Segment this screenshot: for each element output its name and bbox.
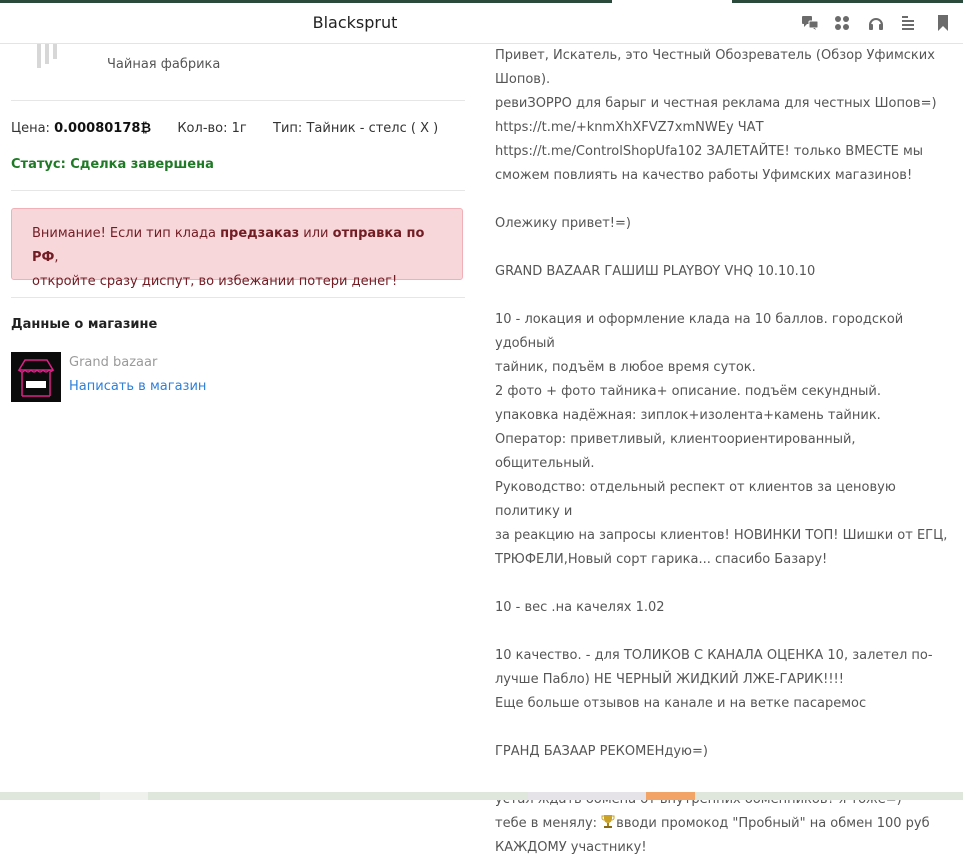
store-heading: Данные о магазине (11, 317, 158, 332)
review-promo-line: тебе в менялу: вводи промокод "Пробный" … (495, 814, 930, 831)
review-last-line: КАЖДОМУ участнику! (495, 840, 647, 855)
review-line: лучше Пабло) НЕ ЧЕРНЫЙ ЖИДКИЙ ЛЖЕ-ГАРИК!… (495, 672, 844, 687)
review-line: упаковка надёжная: зиплок+изолента+камен… (495, 408, 881, 423)
divider (11, 297, 465, 298)
chat-icon[interactable] (801, 14, 819, 32)
price-value: 0.00080178 (54, 121, 141, 136)
review-blank-line (495, 716, 955, 740)
review-line: Олежику привет!=) (495, 216, 631, 231)
store-avatar[interactable] (11, 352, 61, 402)
divider (11, 190, 465, 191)
review-line: GRAND BAZAAR ГАШИШ PLAYBOY VHQ 10.10.10 (495, 264, 816, 279)
shop-subtitle: Чайная фабрика (107, 57, 221, 72)
review-line: https://t.me/+knmXhXFVZ7xmNWEy ЧАТ (495, 120, 764, 135)
review-blank-line (495, 236, 955, 260)
review-line: 10 - локация и оформление клада на 10 ба… (495, 312, 908, 351)
qty-label: Кол-во: (177, 121, 228, 136)
review-line: 2 фото + фото тайника+ описание. подъём … (495, 384, 881, 399)
review-line: Руководство: отдельный респект от клиент… (495, 480, 900, 519)
review-line: ревиЗОРРО для барыг и честная реклама дл… (495, 96, 937, 111)
review-line: Привет, Искатель, это Честный Обозревате… (495, 48, 935, 63)
divider (11, 100, 465, 101)
headphones-icon[interactable] (867, 14, 885, 32)
review-line: 10 качество. - для ТОЛИКОВ С КАНАЛА ОЦЕН… (495, 648, 933, 663)
review-blank-line (495, 764, 955, 788)
app-header: Blacksprut (0, 3, 963, 44)
review-line: ГРАНД БАЗААР РЕКОМЕНдую=) (495, 744, 708, 759)
review-text: Привет, Искатель, это Честный Обозревате… (495, 44, 955, 860)
type-label: Тип: (273, 121, 303, 136)
review-lines: Привет, Искатель, это Честный Обозревате… (495, 44, 955, 812)
alert-line-1: Внимание! Если тип клада предзаказ или о… (32, 226, 425, 265)
review-blank-line (495, 572, 955, 596)
review-blank-line (495, 284, 955, 308)
order-status: Статус: Сделка завершена (11, 157, 214, 172)
bottom-strip (0, 792, 963, 800)
review-line: https://t.me/ControlShopUfa102 ЗАЛЕТАЙТЕ… (495, 144, 924, 159)
app-title: Blacksprut (312, 13, 398, 32)
review-line: сможем повлиять на качество работы Уфимс… (495, 168, 913, 183)
qty-value: 1г (231, 121, 247, 136)
review-line: за реакцию на запросы клиентов! НОВИНКИ … (495, 528, 948, 543)
list-icon[interactable] (899, 14, 917, 32)
apps-icon[interactable] (833, 14, 851, 32)
warning-alert: Внимание! Если тип клада предзаказ или о… (11, 208, 463, 289)
review-line: Оператор: приветливый, клиентоориентиров… (495, 432, 860, 471)
review-line: Шопов). (495, 72, 551, 87)
type-value: Тайник - стелс ( X ) (306, 121, 439, 136)
currency-symbol: ₿ (140, 121, 152, 136)
contact-store-link[interactable]: Написать в магазин (69, 379, 206, 394)
bookmark-icon[interactable] (934, 14, 952, 32)
order-info-row: Цена: 0.00080178₿ Кол-во: 1г Тип: Тайник… (11, 120, 438, 136)
review-line: тайник, подъём в любое время суток. (495, 360, 756, 375)
review-line: Еще больше отзывов на канале и на ветке … (495, 696, 867, 711)
price-label: Цена: (11, 121, 50, 136)
alert-line-2: откройте сразу диспут, во избежании поте… (32, 274, 398, 289)
review-line: ТРЮФЕЛИ,Новый сорт гарика... спасибо Баз… (495, 552, 828, 567)
review-blank-line (495, 188, 955, 212)
review-blank-line (495, 620, 955, 644)
store-name: Grand bazaar (69, 355, 158, 370)
trophy-icon (601, 814, 615, 829)
review-line: 10 - вес .на качелях 1.02 (495, 600, 665, 615)
